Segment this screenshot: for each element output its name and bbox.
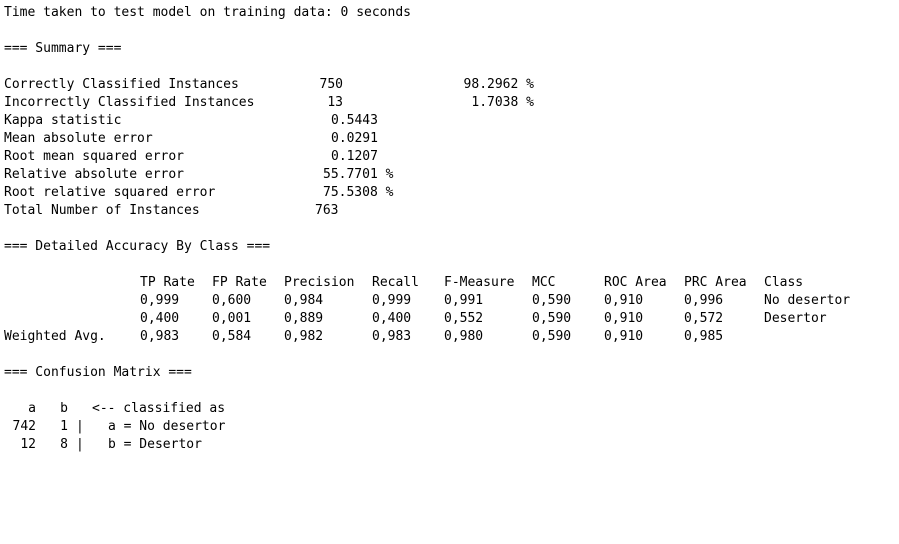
accuracy-row: 0,400 0,001 0,889 0,400 0,552 0,590 0,91… xyxy=(4,310,894,328)
prc-area-cell: 0,572 xyxy=(684,311,724,326)
confusion-cell-b: 8 xyxy=(60,437,68,452)
fp-rate-cell: 0,584 xyxy=(212,329,252,344)
confusion-col-a: a xyxy=(28,401,36,416)
summary-percent: 98.2962 % xyxy=(463,77,534,92)
tp-rate-cell: 0,983 xyxy=(140,329,180,344)
summary-percent: 1.7038 % xyxy=(471,95,534,110)
precision-cell: 0,889 xyxy=(284,311,324,326)
summary-row: Total Number of Instances 763 xyxy=(4,202,894,220)
confusion-cell-a: 12 xyxy=(20,437,36,452)
classifier-output-text[interactable]: Time taken to test model on training dat… xyxy=(4,4,894,454)
roc-area-cell: 0,910 xyxy=(604,329,644,344)
summary-value: 763 xyxy=(315,203,339,218)
summary-value: 13 xyxy=(327,95,343,110)
accuracy-row: 0,999 0,600 0,984 0,999 0,991 0,590 0,91… xyxy=(4,292,894,310)
tp-rate-cell: 0,400 xyxy=(140,311,180,326)
col-header-fp-rate: FP Rate xyxy=(212,275,267,290)
confusion-heading: === Confusion Matrix === xyxy=(4,365,192,380)
summary-label: Incorrectly Classified Instances xyxy=(4,95,255,110)
accuracy-row-label: Weighted Avg. xyxy=(4,329,106,344)
confusion-col-b: b xyxy=(60,401,68,416)
confusion-header-note: <-- classified as xyxy=(92,401,226,416)
precision-cell: 0,984 xyxy=(284,293,324,308)
roc-area-cell: 0,910 xyxy=(604,311,644,326)
roc-area-cell: 0,910 xyxy=(604,293,644,308)
confusion-row-label: b = Desertor xyxy=(108,437,202,452)
recall-cell: 0,999 xyxy=(372,293,412,308)
tp-rate-cell: 0,999 xyxy=(140,293,180,308)
summary-value: 55.7701 % xyxy=(323,167,394,182)
col-header-mcc: MCC xyxy=(532,275,556,290)
fp-rate-cell: 0,600 xyxy=(212,293,252,308)
accuracy-row: Weighted Avg. 0,983 0,584 0,982 0,983 0,… xyxy=(4,328,894,346)
summary-label: Root mean squared error xyxy=(4,149,185,164)
time-taken-text: Time taken to test model on training dat… xyxy=(4,5,411,20)
confusion-separator: | xyxy=(76,437,84,452)
col-header-precision: Precision xyxy=(284,275,355,290)
confusion-row-label: a = No desertor xyxy=(108,419,226,434)
summary-row: Relative absolute error 55.7701 % xyxy=(4,166,894,184)
summary-row: Root relative squared error 75.5308 % xyxy=(4,184,894,202)
summary-heading: === Summary === xyxy=(4,41,122,56)
accuracy-heading-line: === Detailed Accuracy By Class === xyxy=(4,238,894,256)
prc-area-cell: 0,985 xyxy=(684,329,724,344)
confusion-separator: | xyxy=(76,419,84,434)
f-measure-cell: 0,552 xyxy=(444,311,484,326)
confusion-heading-line: === Confusion Matrix === xyxy=(4,364,894,382)
summary-label: Root relative squared error xyxy=(4,185,216,200)
recall-cell: 0,983 xyxy=(372,329,412,344)
summary-row: Incorrectly Classified Instances 13 1.70… xyxy=(4,94,894,112)
summary-row: Root mean squared error 0.1207 xyxy=(4,148,894,166)
summary-row: Correctly Classified Instances 750 98.29… xyxy=(4,76,894,94)
summary-label: Relative absolute error xyxy=(4,167,185,182)
f-measure-cell: 0,991 xyxy=(444,293,484,308)
summary-value: 0.0291 xyxy=(331,131,378,146)
accuracy-heading: === Detailed Accuracy By Class === xyxy=(4,239,271,254)
col-header-f-measure: F-Measure xyxy=(444,275,515,290)
summary-value: 0.5443 xyxy=(331,113,378,128)
mcc-cell: 0,590 xyxy=(532,293,572,308)
summary-value: 75.5308 % xyxy=(323,185,394,200)
confusion-header-row: a b <-- classified as xyxy=(4,400,894,418)
col-header-prc-area: PRC Area xyxy=(684,275,747,290)
confusion-row: 12 8 | b = Desertor xyxy=(4,436,894,454)
class-cell: Desertor xyxy=(764,311,827,326)
summary-label: Mean absolute error xyxy=(4,131,153,146)
col-header-tp-rate: TP Rate xyxy=(140,275,195,290)
summary-value: 0.1207 xyxy=(331,149,378,164)
time-taken-line: Time taken to test model on training dat… xyxy=(4,4,894,22)
summary-heading-line: === Summary === xyxy=(4,40,894,58)
confusion-row: 742 1 | a = No desertor xyxy=(4,418,894,436)
col-header-class: Class xyxy=(764,275,804,290)
confusion-cell-b: 1 xyxy=(60,419,68,434)
col-header-recall: Recall xyxy=(372,275,419,290)
accuracy-header-row: TP Rate FP Rate Precision Recall F-Measu… xyxy=(4,274,894,292)
confusion-cell-a: 742 xyxy=(12,419,36,434)
mcc-cell: 0,590 xyxy=(532,311,572,326)
fp-rate-cell: 0,001 xyxy=(212,311,252,326)
precision-cell: 0,982 xyxy=(284,329,324,344)
summary-label: Kappa statistic xyxy=(4,113,122,128)
summary-label: Total Number of Instances xyxy=(4,203,200,218)
recall-cell: 0,400 xyxy=(372,311,412,326)
class-cell: No desertor xyxy=(764,293,851,308)
prc-area-cell: 0,996 xyxy=(684,293,724,308)
summary-row: Mean absolute error 0.0291 xyxy=(4,130,894,148)
summary-label: Correctly Classified Instances xyxy=(4,77,239,92)
summary-value: 750 xyxy=(319,77,343,92)
summary-row: Kappa statistic 0.5443 xyxy=(4,112,894,130)
f-measure-cell: 0,980 xyxy=(444,329,484,344)
mcc-cell: 0,590 xyxy=(532,329,572,344)
col-header-roc-area: ROC Area xyxy=(604,275,667,290)
